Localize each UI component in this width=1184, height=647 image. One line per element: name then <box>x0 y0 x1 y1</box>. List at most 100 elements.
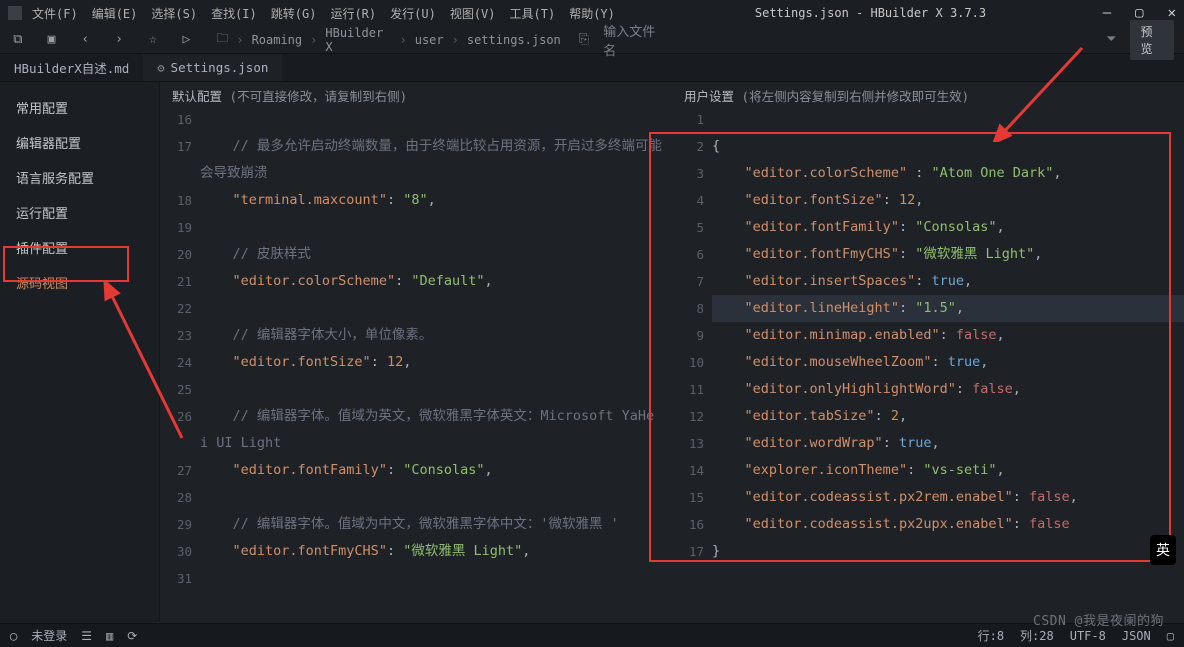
menu-item[interactable]: 运行(R) <box>330 5 376 22</box>
menu-item[interactable]: 选择(S) <box>151 5 197 22</box>
menu-item[interactable]: 编辑(E) <box>92 5 138 22</box>
code-content: "editor.colorScheme" : "Atom One Dark", <box>712 160 1184 187</box>
file-search-label[interactable]: 输入文件名 <box>603 21 667 59</box>
code-line[interactable]: 3 "editor.colorScheme" : "Atom One Dark"… <box>672 160 1184 187</box>
code-content: } <box>712 538 1184 565</box>
search-file-icon[interactable]: ⎘ <box>579 32 589 47</box>
outline-icon[interactable]: ☰ <box>81 629 92 643</box>
editor-tab[interactable]: HBuilderX自述.md <box>0 54 143 81</box>
code-content: "editor.fontFamily": "Consolas", <box>712 214 1184 241</box>
breadcrumb-item[interactable]: Roaming <box>252 33 303 47</box>
code-line[interactable]: 17} <box>672 538 1184 565</box>
breadcrumb[interactable]: 🗀 › Roaming› HBuilder X› user› settings.… <box>216 26 560 54</box>
code-line[interactable]: 1 <box>672 106 1184 133</box>
code-line[interactable]: 30 "editor.fontFmyCHS": "微软雅黑 Light", <box>160 538 672 565</box>
notifications-icon[interactable]: ▢ <box>1167 629 1174 643</box>
code-line[interactable]: 29 // 编辑器字体。值域为中文，微软雅黑字体中文：'微软雅黑 ' <box>160 511 672 538</box>
code-line[interactable]: 31 <box>160 565 672 592</box>
code-line[interactable]: 11 "editor.onlyHighlightWord": false, <box>672 376 1184 403</box>
preview-button[interactable]: 预览 <box>1130 20 1174 60</box>
code-content: // 编辑器字体。值域为英文，微软雅黑字体英文：Microsoft YaHei … <box>200 403 672 457</box>
menu-item[interactable]: 跳转(G) <box>271 5 317 22</box>
default-settings-header: 默认配置 (不可直接修改，请复制到右侧) <box>160 82 672 106</box>
code-line[interactable]: 4 "editor.fontSize": 12, <box>672 187 1184 214</box>
sidebar-item[interactable]: 插件配置 <box>0 230 159 265</box>
sidebar-item[interactable]: 编辑器配置 <box>0 125 159 160</box>
breadcrumb-item[interactable]: user <box>415 33 444 47</box>
sync-icon[interactable]: ⟳ <box>127 629 137 643</box>
code-line[interactable]: 23 // 编辑器字体大小，单位像素。 <box>160 322 672 349</box>
menu-item[interactable]: 发行(U) <box>390 5 436 22</box>
sidebar-item[interactable]: 运行配置 <box>0 195 159 230</box>
login-status[interactable]: 未登录 <box>31 627 67 644</box>
line-number: 3 <box>672 160 712 187</box>
menu-item[interactable]: 工具(T) <box>510 5 556 22</box>
code-line[interactable]: 9 "editor.minimap.enabled": false, <box>672 322 1184 349</box>
code-line[interactable]: 6 "editor.fontFmyCHS": "微软雅黑 Light", <box>672 241 1184 268</box>
code-line[interactable]: 10 "editor.mouseWheelZoom": true, <box>672 349 1184 376</box>
run-icon[interactable]: ▷ <box>179 32 195 48</box>
filter-icon[interactable]: ⏷ <box>1106 32 1116 47</box>
code-line[interactable]: 17 // 最多允许启动终端数量，由于终端比较占用资源，开启过多终端可能会导致崩… <box>160 133 672 187</box>
editor-tab[interactable]: ⚙Settings.json <box>143 54 282 81</box>
code-line[interactable]: 5 "editor.fontFamily": "Consolas", <box>672 214 1184 241</box>
code-line[interactable]: 20 // 皮肤样式 <box>160 241 672 268</box>
line-number: 19 <box>160 214 200 241</box>
user-icon[interactable]: ◯ <box>10 629 17 643</box>
terminal-icon[interactable]: ▣ <box>44 32 60 48</box>
code-line[interactable]: 22 <box>160 295 672 322</box>
code-content: "editor.fontFmyCHS": "微软雅黑 Light", <box>200 538 672 565</box>
line-number: 31 <box>160 565 200 592</box>
status-line[interactable]: 行:8 <box>978 627 1004 644</box>
code-line[interactable]: 12 "editor.tabSize": 2, <box>672 403 1184 430</box>
sidebar-item[interactable]: 源码视图 <box>0 265 159 300</box>
code-line[interactable]: 21 "editor.colorScheme": "Default", <box>160 268 672 295</box>
code-line[interactable]: 7 "editor.insertSpaces": true, <box>672 268 1184 295</box>
code-line[interactable]: 15 "editor.codeassist.px2rem.enabel": fa… <box>672 484 1184 511</box>
status-encoding[interactable]: UTF-8 <box>1070 629 1106 643</box>
code-line[interactable]: 24 "editor.fontSize": 12, <box>160 349 672 376</box>
code-content: "editor.colorScheme": "Default", <box>200 268 672 295</box>
code-line[interactable]: 13 "editor.wordWrap": true, <box>672 430 1184 457</box>
code-line[interactable]: 16 "editor.codeassist.px2upx.enabel": fa… <box>672 511 1184 538</box>
default-settings-editor[interactable]: 1617 // 最多允许启动终端数量，由于终端比较占用资源，开启过多终端可能会导… <box>160 106 672 622</box>
code-line[interactable]: 28 <box>160 484 672 511</box>
nav-back-icon[interactable]: ‹ <box>77 32 93 48</box>
line-number: 28 <box>160 484 200 511</box>
default-settings-pane: 默认配置 (不可直接修改，请复制到右侧) 1617 // 最多允许启动终端数量，… <box>160 82 672 622</box>
code-line[interactable]: 18 "terminal.maxcount": "8", <box>160 187 672 214</box>
menu-item[interactable]: 文件(F) <box>32 5 78 22</box>
favorite-icon[interactable]: ☆ <box>145 32 161 48</box>
line-number: 23 <box>160 322 200 349</box>
sidebar-item[interactable]: 常用配置 <box>0 90 159 125</box>
user-settings-editor[interactable]: 12{3 "editor.colorScheme" : "Atom One Da… <box>672 106 1184 622</box>
folder-icon: 🗀 <box>216 29 228 50</box>
menu-item[interactable]: 查找(I) <box>211 5 257 22</box>
status-syntax[interactable]: JSON <box>1122 629 1151 643</box>
status-col[interactable]: 列:28 <box>1020 627 1054 644</box>
code-content: { <box>712 133 1184 160</box>
status-bar: ◯ 未登录 ☰ ▥ ⟳ 行:8 列:28 UTF-8 JSON ▢ <box>0 623 1184 647</box>
line-number: 26 <box>160 403 200 430</box>
breadcrumb-item[interactable]: settings.json <box>467 33 561 47</box>
code-line[interactable]: 25 <box>160 376 672 403</box>
ime-indicator[interactable]: 英 <box>1150 535 1176 565</box>
code-line[interactable]: 8 "editor.lineHeight": "1.5", <box>672 295 1184 322</box>
code-line[interactable]: 27 "editor.fontFamily": "Consolas", <box>160 457 672 484</box>
layout-icon[interactable]: ▥ <box>106 629 113 643</box>
code-line[interactable]: 2{ <box>672 133 1184 160</box>
code-line[interactable]: 16 <box>160 106 672 133</box>
line-number: 12 <box>672 403 712 430</box>
line-number: 9 <box>672 322 712 349</box>
code-content: "editor.lineHeight": "1.5", <box>712 295 1184 322</box>
code-line[interactable]: 14 "explorer.iconTheme": "vs-seti", <box>672 457 1184 484</box>
sidebar-item[interactable]: 语言服务配置 <box>0 160 159 195</box>
code-content: // 皮肤样式 <box>200 241 672 268</box>
line-number: 14 <box>672 457 712 484</box>
breadcrumb-item[interactable]: HBuilder X <box>325 26 391 54</box>
nav-forward-icon[interactable]: › <box>111 32 127 48</box>
code-line[interactable]: 26 // 编辑器字体。值域为英文，微软雅黑字体英文：Microsoft YaH… <box>160 403 672 457</box>
menu-item[interactable]: 视图(V) <box>450 5 496 22</box>
panel-toggle-icon[interactable]: ⧉ <box>10 32 26 48</box>
code-line[interactable]: 19 <box>160 214 672 241</box>
